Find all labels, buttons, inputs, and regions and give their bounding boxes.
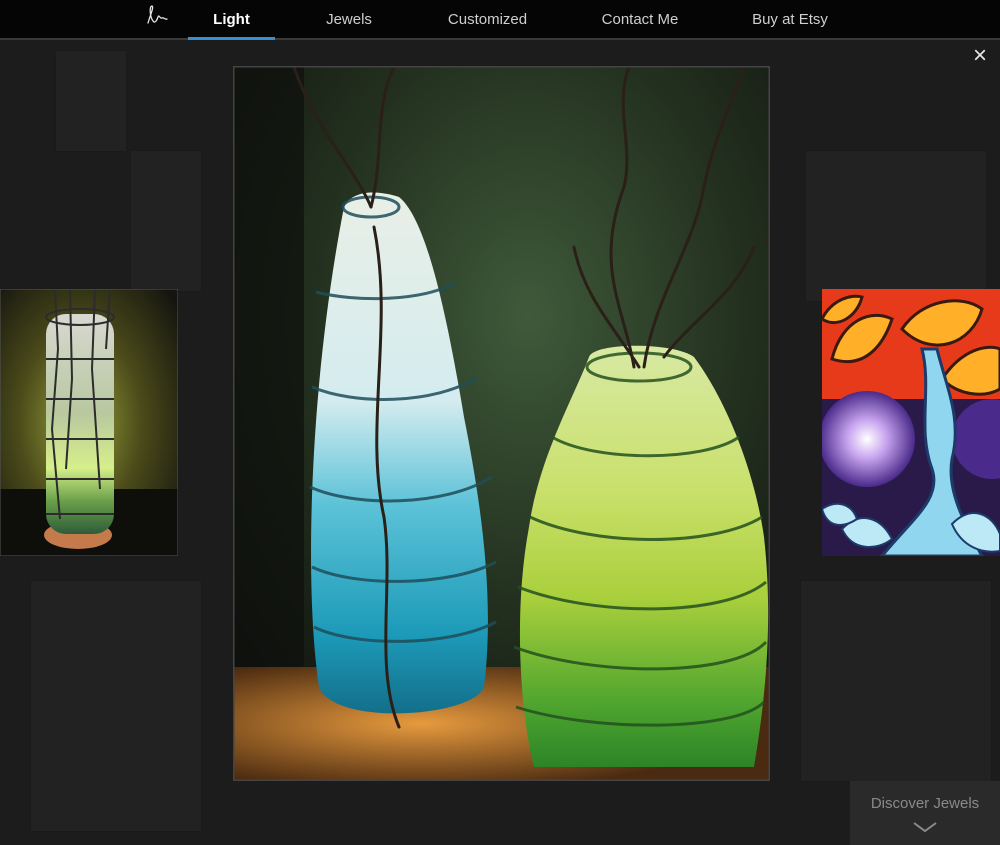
logo-icon[interactable]	[143, 3, 171, 31]
background-tile	[805, 150, 987, 302]
discover-jewels-button[interactable]: Discover Jewels	[850, 781, 1000, 845]
background-tile	[30, 580, 202, 832]
nav-item-light[interactable]: Light	[188, 0, 275, 40]
background-tile	[130, 150, 202, 292]
nav-item-buy-at-etsy[interactable]: Buy at Etsy	[735, 0, 845, 38]
background-tile	[55, 50, 127, 152]
nav-item-contact-me[interactable]: Contact Me	[585, 0, 695, 38]
next-image[interactable]	[822, 289, 1000, 556]
top-navigation-bar: Light Jewels Customized Contact Me Buy a…	[0, 0, 1000, 40]
nav-item-jewels[interactable]: Jewels	[310, 0, 388, 38]
background-tile	[800, 580, 992, 782]
main-image	[233, 66, 770, 781]
close-icon[interactable]: ×	[969, 44, 991, 68]
nav-item-customized[interactable]: Customized	[430, 0, 545, 38]
discover-label: Discover Jewels	[870, 795, 980, 812]
chevron-down-icon	[913, 822, 937, 833]
previous-image[interactable]	[0, 289, 178, 556]
